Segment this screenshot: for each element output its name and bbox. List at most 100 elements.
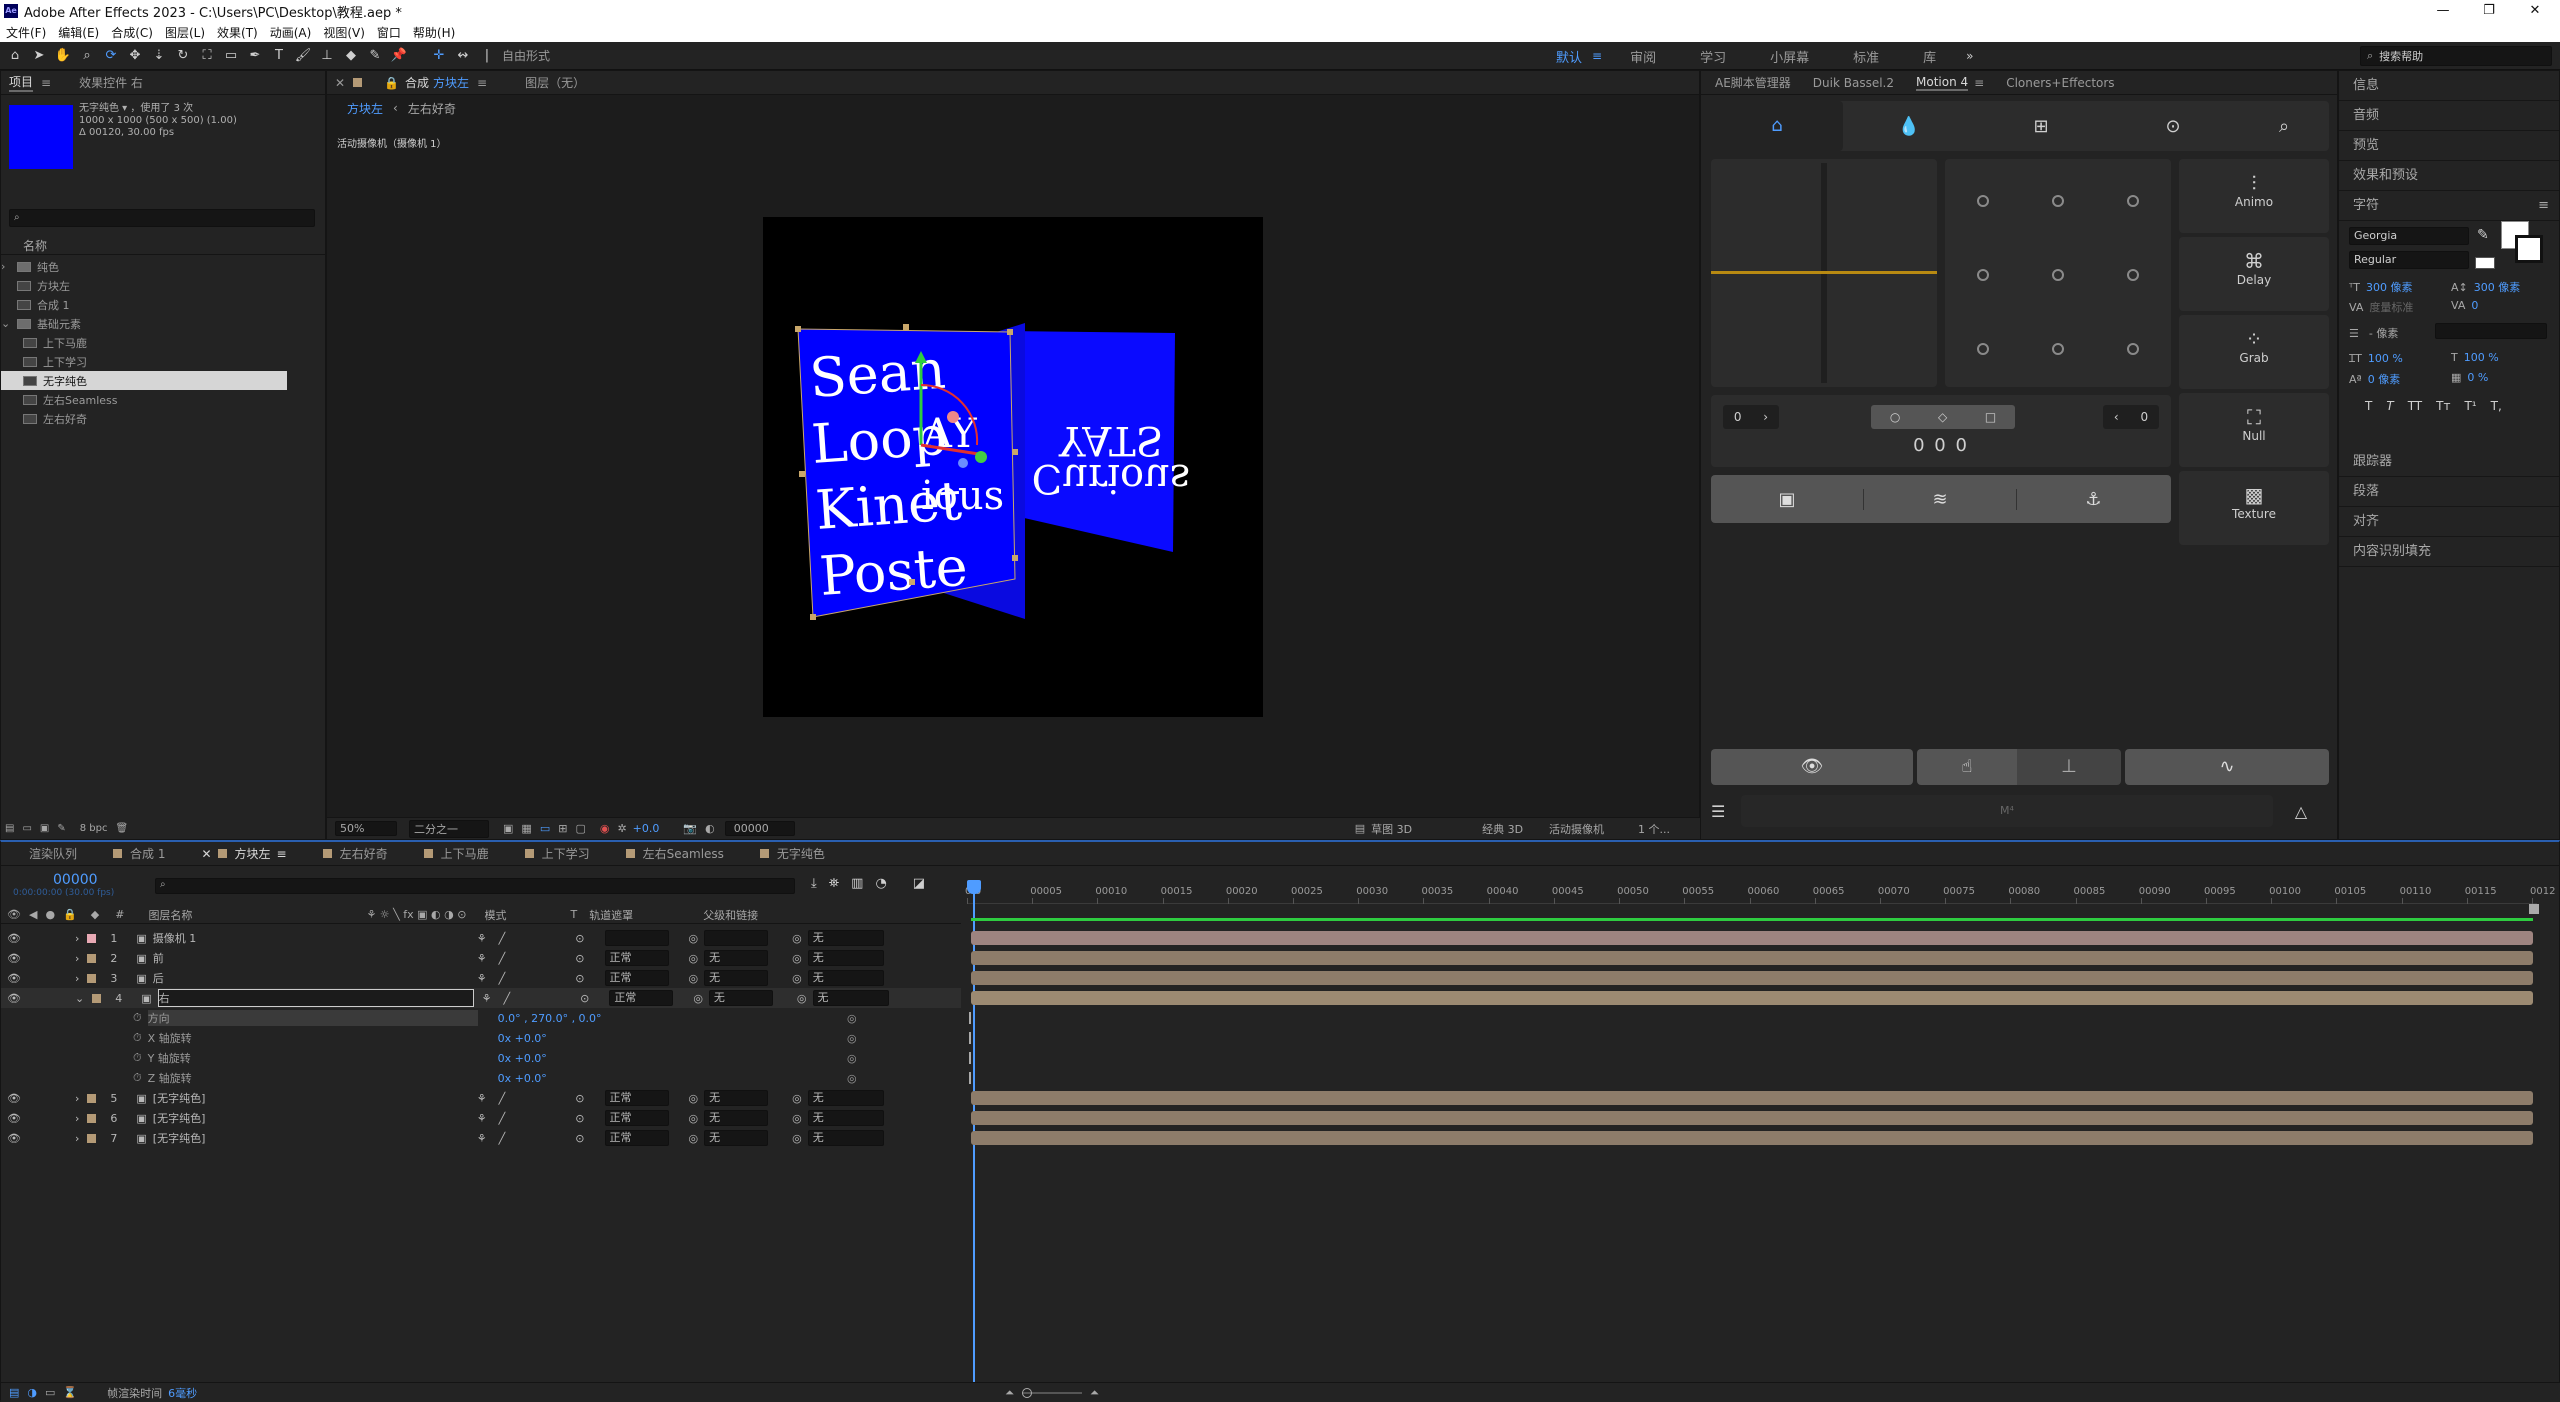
draft3d-icon[interactable]: ▤ [1355,822,1365,835]
panel-menu-icon[interactable]: ≡ [1974,76,1984,90]
subscript-button[interactable]: T, [2491,399,2502,413]
menu-composition[interactable]: 合成(C) [111,24,153,41]
3d-layer-switch-icon[interactable]: ⊙ [575,972,584,985]
font-size-value[interactable]: 300 像素 [2366,279,2413,295]
curve-icon[interactable]: ∿ [2125,749,2329,785]
menu-help[interactable]: 帮助(H) [413,24,455,41]
layer-row[interactable]: 👁 › 7 ▣ [无字纯色] ⚘ ╱ ⊙ 正常 ◎ 无 ◎ 无 [1,1128,961,1148]
shy-icon[interactable]: ▥ [851,876,863,891]
anchor-grid[interactable] [1945,159,2171,387]
expand-chevron-icon[interactable]: › [75,952,79,965]
settings-icon[interactable]: ☰ [1711,802,1741,821]
orbit-camera-icon[interactable]: ⟳ [102,47,120,65]
property-row[interactable]: ⏱ 方向 0.0° , 270.0° , 0.0° ◎ [1,1008,961,1028]
drop-icon[interactable]: 💧 [1843,116,1975,137]
property-value[interactable]: 0.0° , 270.0° , 0.0° [498,1012,602,1025]
layer-name[interactable]: 摄像机 1 [153,930,469,946]
parent-select[interactable]: 无 [807,1090,884,1106]
left-value-box[interactable]: 0 › [1723,405,1779,429]
renderer-label[interactable]: 经典 3D [1482,821,1523,837]
clone-stamp-icon[interactable]: ⊥ [318,47,336,65]
distribute-icon[interactable]: ≋ [1864,488,2017,510]
all-caps-button[interactable]: TT [2408,399,2422,413]
playhead-handle-icon[interactable] [967,880,981,894]
property-value[interactable]: 0x +0.0° [498,1072,547,1085]
parent-select[interactable]: 无 [807,930,884,946]
property-value[interactable]: 0x +0.0° [498,1052,547,1065]
3d-layer-switch-icon[interactable]: ⊙ [575,1132,584,1145]
anchor-dot[interactable] [2052,269,2064,281]
workspace-review[interactable]: 审阅 [1630,47,1656,66]
anchor-point-icon[interactable]: ⊙ [2107,116,2239,137]
preview-section[interactable]: 预览 [2339,131,2559,161]
property-row[interactable]: ⏱ X 轴旋转 0x +0.0° ◎ [1,1028,961,1048]
menu-file[interactable]: 文件(F) [6,24,46,41]
expand-chevron-icon[interactable]: › [75,932,79,945]
paragraph-section[interactable]: 段落 [2339,477,2559,507]
quality-switch-icon[interactable]: ╱ [499,972,506,985]
search-icon[interactable]: ⌕ [2239,116,2329,137]
parent-pickwhip-icon[interactable]: ◎ [792,972,802,985]
t-header[interactable]: T [570,908,577,921]
right-value[interactable]: 0 [2140,410,2148,424]
tab-wuzichunse[interactable]: 无字纯色 [759,845,825,862]
parent-select[interactable]: 无 [807,1110,884,1126]
current-time-display[interactable]: 00000 [724,821,795,836]
layer-row[interactable]: 👁 › 3 ▣ 后 ⚘ ╱ ⊙ 正常 ◎ 无 ◎ 无 [1,968,961,988]
clone-icon[interactable]: ▣ [1711,488,1864,510]
stopwatch-icon[interactable]: ⏱ [133,1031,142,1045]
font-family-select[interactable]: Georgia [2349,227,2469,245]
quality-switch-icon[interactable]: ╱ [503,992,510,1005]
layer-duration-bar[interactable] [971,1111,2533,1125]
parent-pickwhip-icon[interactable]: ◎ [797,992,807,1005]
mode-header[interactable]: 模式 [484,907,506,923]
new-folder-icon[interactable]: ▭ [22,823,31,834]
draft3d-label[interactable]: 草图 3D [1371,821,1412,837]
workspace-default[interactable]: 默认 [1556,47,1582,66]
comp-viewer[interactable]: YATS Curious Sean Loop Kinet Poste AY io… [763,217,1263,717]
shy-switch-icon[interactable]: ⚘ [477,932,487,945]
menu-animation[interactable]: 动画(A) [270,24,312,41]
tree-item[interactable]: 方块左 [1,276,311,295]
expand-chevron-icon[interactable]: ⌄ [75,992,84,1005]
brush-tool-icon[interactable]: 🖌 [294,47,312,65]
project-settings-icon[interactable]: ✎ [57,823,65,834]
in-out-toggle-icon[interactable]: ▭ [45,1386,55,1399]
track-matte-select[interactable]: 无 [708,990,773,1006]
eye-icon[interactable]: 👁 [1711,749,1913,785]
keyframe-marker[interactable] [969,1072,971,1084]
render-time-icon[interactable]: ⌛ [63,1386,77,1399]
tab-comp1[interactable]: 合成 1 [113,845,165,862]
transparency-grid-icon[interactable]: ▦ [521,822,531,835]
layer-row[interactable]: 👁 ⌄ 4 ▣ 右 ⚘ ╱ ⊙ 正常 ◎ 无 ◎ 无 [1,988,961,1008]
blend-mode-select[interactable]: 正常 [604,1130,669,1146]
faux-italic-button[interactable]: T [2386,399,2393,413]
motion-blur-icon[interactable]: ◔ [875,876,886,891]
zoom-slider[interactable] [1021,1387,1082,1398]
panel-menu-icon[interactable]: ≡ [2538,191,2549,221]
eye-icon[interactable]: 👁 [7,952,21,965]
baseline-value[interactable]: 0 像素 [2368,371,2401,387]
layer-num-header[interactable]: # [115,908,124,921]
stroke-width-value[interactable]: - 像素 [2369,325,2398,341]
comp-tab-name[interactable]: 方块左 [433,74,469,91]
parent-select[interactable]: 无 [807,950,884,966]
selection-tool-icon[interactable]: ➤ [30,47,48,65]
layer-row[interactable]: 👁 › 1 ▣ 摄像机 1 ⚘ ╱ ⊙ ◎ ◎ 无 [1,928,961,948]
parent-pickwhip-icon[interactable]: ◎ [792,952,802,965]
expand-chevron-icon[interactable]: › [75,1132,79,1145]
home-icon[interactable]: ⌂ [6,47,24,65]
transfer-controls-toggle-icon[interactable]: ◑ [27,1386,37,1399]
tree-item[interactable]: 上下马鹿 [1,333,311,352]
keyframe-marker[interactable] [969,1052,971,1064]
track-matte-header[interactable]: 轨道遮罩 [589,907,633,923]
eye-icon[interactable]: 👁 [7,1092,21,1105]
preserve-transparency-icon[interactable]: ◎ [689,1092,699,1105]
tree-item[interactable]: 上下学习 [1,352,311,371]
expand-chevron-icon[interactable]: › [75,972,79,985]
tab-cloners-effectors[interactable]: Cloners+Effectors [2006,76,2114,90]
work-area-bar[interactable] [971,918,2533,921]
minimize-button[interactable]: — [2420,0,2466,22]
eye-icon[interactable]: 👁 [7,1112,21,1125]
layer-row[interactable]: 👁 › 2 ▣ 前 ⚘ ╱ ⊙ 正常 ◎ 无 ◎ 无 [1,948,961,968]
